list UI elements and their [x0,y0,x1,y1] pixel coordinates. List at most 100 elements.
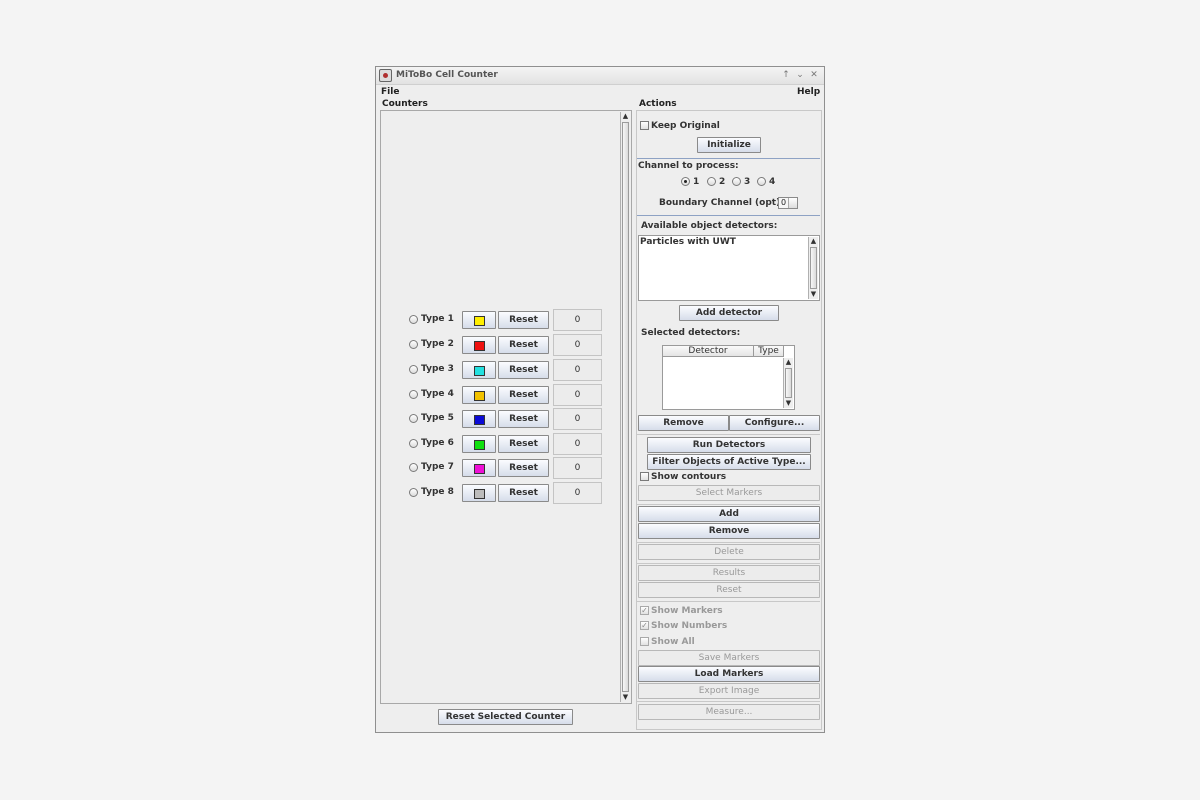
color-swatch [474,464,485,474]
selected-detectors-label: Selected detectors: [641,328,741,338]
counter-row: Type 2 Reset 0 [409,334,609,356]
channel-radio-3[interactable] [732,177,741,186]
show-all-label: Show All [651,637,695,647]
counter-reset-button[interactable]: Reset [498,361,549,379]
detector-column-header[interactable]: Detector [663,346,754,357]
type-column-header[interactable]: Type [754,346,784,357]
counter-label: Type 6 [421,438,454,448]
counter-reset-button[interactable]: Reset [498,484,549,502]
add-detector-button[interactable]: Add detector [679,305,779,321]
show-numbers-checkbox[interactable]: ✓ [640,621,649,630]
counter-reset-button[interactable]: Reset [498,311,549,329]
channel-radio-2[interactable] [707,177,716,186]
show-markers-checkbox[interactable]: ✓ [640,606,649,615]
export-image-button[interactable]: Export Image [638,683,820,699]
keep-original-label: Keep Original [651,121,720,131]
counter-label: Type 8 [421,487,454,497]
counter-row: Type 6 Reset 0 [409,433,609,455]
delete-button[interactable]: Delete [638,544,820,560]
counter-color-button[interactable] [462,311,496,329]
reset-selected-counter-button[interactable]: Reset Selected Counter [438,709,573,725]
color-swatch [474,440,485,450]
selected-table-scrollbar[interactable]: ▲ ▼ [783,358,793,408]
separator [637,701,820,702]
counter-radio[interactable] [409,390,418,399]
show-contours-checkbox[interactable] [640,472,649,481]
counter-color-button[interactable] [462,484,496,502]
counters-scrollbar[interactable]: ▲ ▼ [620,112,630,702]
list-item[interactable]: Particles with UWT [640,237,736,247]
maximize-icon[interactable]: ↑ [780,69,792,81]
minimize-icon[interactable]: ⌄ [794,69,806,81]
counter-radio[interactable] [409,463,418,472]
main-window: MiToBo Cell Counter ↑ ⌄ ✕ File Help Coun… [375,66,825,733]
counter-reset-button[interactable]: Reset [498,386,549,404]
counter-label: Type 4 [421,389,454,399]
menu-help[interactable]: Help [797,87,820,97]
counter-color-button[interactable] [462,361,496,379]
selected-detectors-table[interactable]: Detector Type ▲ ▼ [662,345,795,410]
color-swatch [474,391,485,401]
scroll-up-icon[interactable]: ▲ [809,237,818,246]
configure-detector-button[interactable]: Configure... [729,415,820,431]
channel-radio-1[interactable] [681,177,690,186]
detector-list-scrollbar[interactable]: ▲ ▼ [808,237,818,299]
scroll-thumb[interactable] [810,247,817,289]
counters-panel: ▲ ▼ Type 1 Reset 0 Type 2 Reset 0 Type 3 Reset 0… [380,110,632,704]
counter-radio[interactable] [409,488,418,497]
run-detectors-button[interactable]: Run Detectors [647,437,811,453]
scroll-down-icon[interactable]: ▼ [809,290,818,299]
show-all-checkbox[interactable] [640,637,649,646]
add-marker-button[interactable]: Add [638,506,820,522]
counters-title: Counters [382,99,428,109]
save-markers-button[interactable]: Save Markers [638,650,820,666]
color-swatch [474,341,485,351]
available-detectors-list[interactable]: Particles with UWT ▲ ▼ [638,235,820,301]
counter-reset-button[interactable]: Reset [498,459,549,477]
results-button[interactable]: Results [638,565,820,581]
counter-row: Type 8 Reset 0 [409,482,609,504]
separator [637,215,820,216]
scroll-thumb[interactable] [785,368,792,398]
counter-label: Type 7 [421,462,454,472]
menu-file[interactable]: File [381,87,399,97]
channel-radio-4[interactable] [757,177,766,186]
show-markers-label: Show Markers [651,606,723,616]
initialize-button[interactable]: Initialize [697,137,761,153]
reset-button[interactable]: Reset [638,582,820,598]
window-title: MiToBo Cell Counter [396,70,498,80]
load-markers-button[interactable]: Load Markers [638,666,820,682]
color-swatch [474,489,485,499]
scroll-up-icon[interactable]: ▲ [784,358,793,367]
select-markers-button[interactable]: Select Markers [638,485,820,501]
counter-radio[interactable] [409,414,418,423]
counter-reset-button[interactable]: Reset [498,435,549,453]
filter-objects-button[interactable]: Filter Objects of Active Type... [647,454,811,470]
counter-radio[interactable] [409,340,418,349]
scroll-up-icon[interactable]: ▲ [621,112,630,121]
counter-radio[interactable] [409,439,418,448]
measure-button[interactable]: Measure... [638,704,820,720]
counter-radio[interactable] [409,315,418,324]
counter-value: 0 [553,359,602,381]
scroll-thumb[interactable] [622,122,629,692]
counter-color-button[interactable] [462,459,496,477]
remove-detector-button[interactable]: Remove [638,415,729,431]
boundary-channel-spinner[interactable]: 0 [778,197,798,209]
remove-marker-button[interactable]: Remove [638,523,820,539]
counter-color-button[interactable] [462,386,496,404]
scroll-down-icon[interactable]: ▼ [621,693,630,702]
scroll-down-icon[interactable]: ▼ [784,399,793,408]
counter-color-button[interactable] [462,435,496,453]
counter-row: Type 1 Reset 0 [409,309,609,331]
counter-reset-button[interactable]: Reset [498,410,549,428]
keep-original-checkbox[interactable] [640,121,649,130]
separator [637,158,820,159]
counter-color-button[interactable] [462,336,496,354]
counter-color-button[interactable] [462,410,496,428]
close-icon[interactable]: ✕ [808,69,820,81]
counter-radio[interactable] [409,365,418,374]
title-bar[interactable]: MiToBo Cell Counter ↑ ⌄ ✕ [376,67,824,85]
separator [637,504,820,505]
counter-reset-button[interactable]: Reset [498,336,549,354]
